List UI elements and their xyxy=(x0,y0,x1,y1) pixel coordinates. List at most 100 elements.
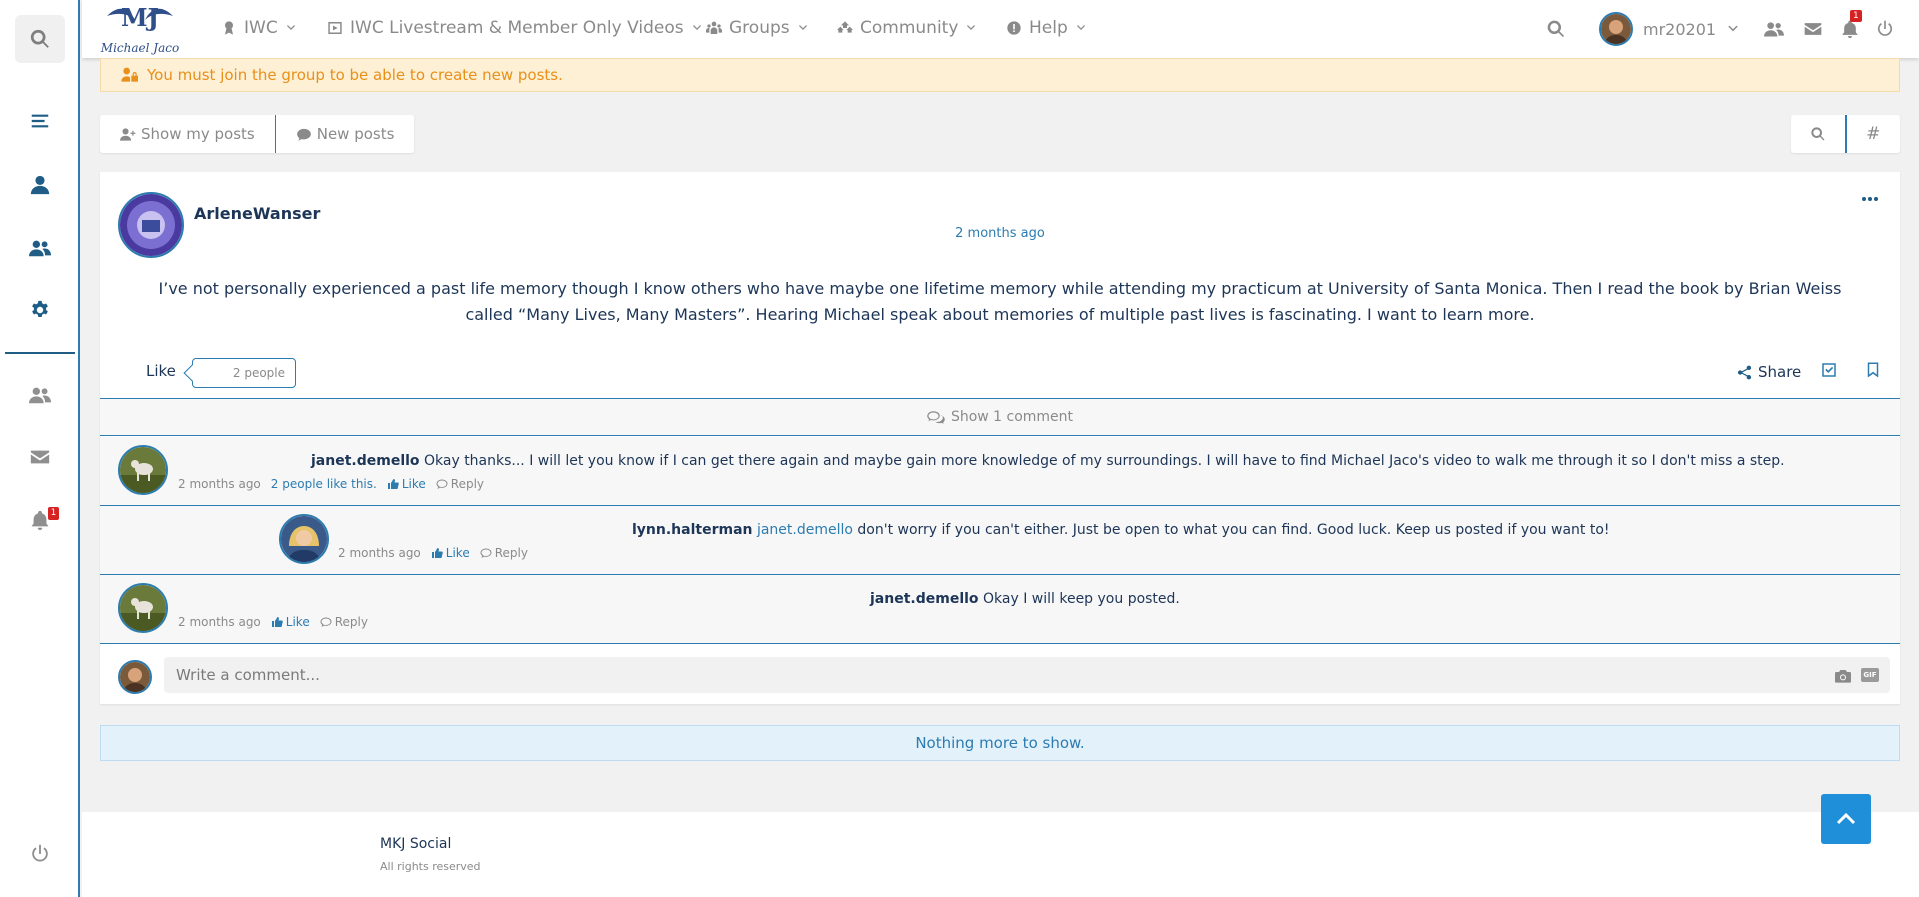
nav-item-livestream[interactable]: IWC Livestream & Member Only Videos xyxy=(327,14,703,42)
top-friends-button[interactable] xyxy=(1761,16,1787,42)
sidebar-profile-button[interactable] xyxy=(0,165,80,205)
like-label: Like xyxy=(445,546,470,560)
site-logo[interactable]: MJ Michael Jaco xyxy=(99,0,181,58)
thumbs-up-icon xyxy=(431,548,443,558)
post-options-button[interactable] xyxy=(1860,190,1880,202)
comment-avatar[interactable] xyxy=(118,445,168,495)
comment-text: Okay thanks... I will let you know if I … xyxy=(424,453,1785,469)
search-posts-button[interactable] xyxy=(1791,115,1845,153)
chevron-down-icon xyxy=(1076,25,1085,30)
sidebar-logout-button[interactable] xyxy=(0,834,80,874)
footer-title: MKJ Social xyxy=(380,836,452,852)
sidebar-groups-button[interactable] xyxy=(0,375,80,415)
comment-icon xyxy=(436,479,448,489)
chevron-down-icon xyxy=(692,25,701,30)
like-count-text: 2 people xyxy=(232,366,285,380)
comment-author[interactable]: lynn.halterman xyxy=(632,522,752,538)
end-of-feed-text: Nothing more to show. xyxy=(915,734,1085,752)
medal-icon xyxy=(225,21,233,35)
footer-subtitle: All rights reserved xyxy=(380,860,481,873)
mark-read-button[interactable] xyxy=(1820,361,1840,381)
comment-author[interactable]: janet.demello xyxy=(311,453,420,469)
share-button[interactable]: Share xyxy=(1737,363,1801,381)
bookmark-button[interactable] xyxy=(1864,361,1884,381)
warning-text: You must join the group to be able to cr… xyxy=(147,66,563,84)
comment-like-button[interactable]: Like xyxy=(271,615,310,629)
envelope-icon xyxy=(30,450,50,464)
search-icon xyxy=(1547,20,1565,38)
comment-time[interactable]: 2 months ago xyxy=(338,546,421,560)
top-notifications-button[interactable]: 1 xyxy=(1837,10,1863,42)
nav-item-community[interactable]: Community xyxy=(837,14,977,42)
chevron-down-icon xyxy=(798,25,807,30)
logo-script: Michael Jaco xyxy=(100,41,179,55)
comment-like-button[interactable]: Like xyxy=(431,546,470,560)
comment-time[interactable]: 2 months ago xyxy=(178,615,261,629)
like-label: Like xyxy=(401,477,426,491)
join-group-warning: You must join the group to be able to cr… xyxy=(100,58,1900,92)
top-search-button[interactable] xyxy=(1543,16,1569,42)
scroll-to-top-button[interactable] xyxy=(1821,794,1871,844)
thumbs-up-icon xyxy=(387,479,399,489)
comment-avatar[interactable] xyxy=(279,514,329,564)
comment-input[interactable] xyxy=(164,657,1890,693)
sidebar-messages-button[interactable] xyxy=(0,437,80,477)
reply-label: Reply xyxy=(450,477,484,491)
tab-label: Show my posts xyxy=(141,125,255,143)
comment-text: don't worry if you can't either. Just be… xyxy=(857,522,1610,538)
show-comments-button[interactable]: Show 1 comment xyxy=(100,398,1900,436)
user-plus-icon xyxy=(120,127,136,141)
hashtag-icon: # xyxy=(1866,124,1881,144)
post-body: I’ve not personally experienced a past l… xyxy=(158,279,1842,324)
write-comment-row: GIF xyxy=(100,644,1900,704)
post-author-avatar[interactable] xyxy=(118,192,184,258)
like-button[interactable]: Like xyxy=(146,362,176,380)
comment-reply-button[interactable]: Reply xyxy=(436,477,484,491)
users-icon xyxy=(29,387,51,404)
top-logout-button[interactable] xyxy=(1872,16,1898,42)
comment-avatar[interactable] xyxy=(118,583,168,633)
notification-badge: 1 xyxy=(1850,10,1862,22)
like-count[interactable]: 2 people xyxy=(192,358,296,388)
comment-meta: 2 months ago Like Reply xyxy=(338,546,528,560)
nav-item-groups[interactable]: Groups xyxy=(706,14,809,42)
chevron-down-icon xyxy=(286,25,295,30)
chevron-up-icon xyxy=(1836,812,1856,825)
hashtag-button[interactable]: # xyxy=(1844,115,1901,153)
comment-meta: 2 months ago Like Reply xyxy=(178,615,368,629)
sidebar-friends-button[interactable] xyxy=(0,228,80,268)
sidebar-notifications-button[interactable]: 1 xyxy=(0,500,80,540)
comment-author[interactable]: janet.demello xyxy=(870,591,979,607)
thumbs-up-icon xyxy=(271,617,283,627)
sidebar-settings-button[interactable] xyxy=(0,290,80,330)
comment-like-button[interactable]: Like xyxy=(387,477,426,491)
post-timestamp[interactable]: 2 months ago xyxy=(100,226,1900,241)
post-tools: # xyxy=(1791,115,1900,153)
search-icon xyxy=(1811,127,1825,141)
nav-label: IWC xyxy=(244,18,278,38)
gif-button[interactable]: GIF xyxy=(1861,668,1879,682)
photo-upload-button[interactable] xyxy=(1835,668,1851,683)
post-author-name[interactable]: ArleneWanser xyxy=(194,204,320,223)
comment-reply-button[interactable]: Reply xyxy=(320,615,368,629)
comment-time[interactable]: 2 months ago xyxy=(178,477,261,491)
video-icon xyxy=(328,22,342,34)
new-posts-button[interactable]: New posts xyxy=(274,115,415,153)
sidebar-menu-button[interactable] xyxy=(0,101,80,141)
sidebar-search-button[interactable] xyxy=(15,15,65,63)
comment-item: janet.demello Okay thanks... I will let … xyxy=(100,437,1900,506)
nav-item-iwc[interactable]: IWC xyxy=(221,14,297,42)
show-my-posts-button[interactable]: Show my posts xyxy=(100,115,275,153)
nav-label: IWC Livestream & Member Only Videos xyxy=(350,18,684,38)
top-messages-button[interactable] xyxy=(1800,16,1826,42)
comment-likes-summary[interactable]: 2 people like this. xyxy=(271,477,377,491)
post-card: ArleneWanser 2 months ago I’ve not perso… xyxy=(100,172,1900,704)
nav-item-help[interactable]: Help xyxy=(1006,14,1087,42)
left-sidebar: 1 xyxy=(0,0,80,897)
reply-label: Reply xyxy=(334,615,368,629)
comment-mention[interactable]: janet.demello xyxy=(757,522,853,538)
comment-reply-button[interactable]: Reply xyxy=(480,546,528,560)
groups-icon xyxy=(706,21,722,34)
comment-text: Okay I will keep you posted. xyxy=(983,591,1180,607)
user-menu[interactable]: mr20201 xyxy=(1599,12,1740,46)
